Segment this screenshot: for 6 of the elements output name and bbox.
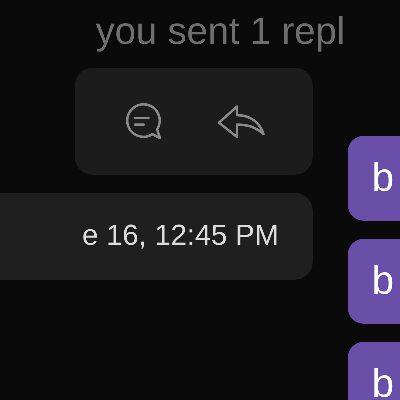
sent-message: b <box>348 239 400 324</box>
sent-message: b <box>348 136 400 221</box>
sent-message: b <box>348 342 400 400</box>
reply-summary: you sent 1 repl <box>95 10 346 55</box>
reply-icon[interactable] <box>216 104 266 140</box>
timestamp: e 16, 12:45 PM <box>0 193 313 280</box>
